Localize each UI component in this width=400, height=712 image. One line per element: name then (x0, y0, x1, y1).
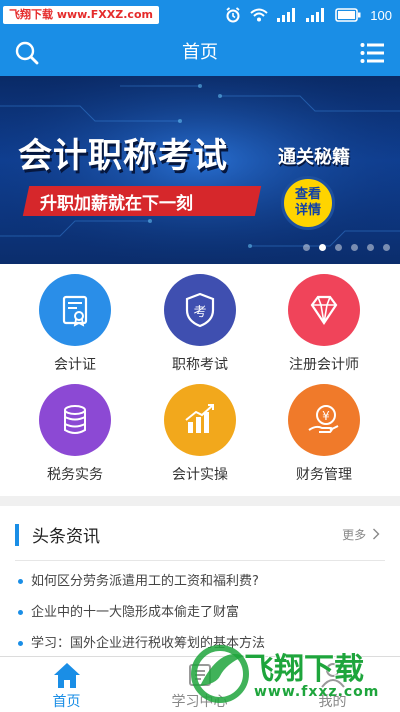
grid-item-label: 会计实操 (172, 467, 228, 483)
home-icon (53, 663, 80, 688)
grid-item-accounting-cert[interactable]: 会计证 (15, 274, 135, 378)
grid-item-label: 税务实务 (47, 467, 103, 483)
signal-icon-2 (306, 8, 325, 22)
app-screen: 飞翔下载 www.FXXZ.com 100 首页 会计职称考试 通关秘籍 升职加… (0, 0, 400, 712)
status-icons: 100 (225, 0, 392, 30)
alarm-icon (226, 7, 240, 23)
news-more-label: 更多 (342, 528, 367, 542)
grid-item-label: 注册会计师 (289, 357, 359, 373)
section-divider (0, 496, 400, 506)
watermark-badge: 飞翔下载 www.FXXZ.com (3, 6, 159, 24)
search-icon[interactable] (14, 40, 40, 66)
grid-item-accounting-practice[interactable]: 会计实操 (140, 384, 260, 488)
bullet-icon (18, 610, 23, 615)
carousel-dot[interactable] (367, 244, 374, 251)
banner-subtitle: 通关秘籍 (278, 147, 350, 168)
grid-item-financial-management[interactable]: ¥ 财务管理 (264, 384, 384, 488)
carousel-indicators (303, 244, 390, 251)
news-title: 头条资讯 (32, 527, 100, 547)
view-details-badge[interactable]: 查看 详情 (281, 176, 335, 230)
site-watermark: 飞翔下载 www.fxxz.com (186, 636, 400, 712)
wifi-icon (250, 8, 268, 22)
svg-text:考: 考 (193, 305, 206, 320)
app-header: 首页 (0, 30, 400, 76)
news-more-link[interactable]: 更多 (342, 526, 380, 543)
nav-home-label: 首页 (52, 694, 81, 710)
banner-slogan: 升职加薪就在下一刻 (40, 194, 193, 214)
watermark-brand: 飞翔下载 (244, 652, 364, 687)
svg-text:¥: ¥ (322, 409, 330, 423)
promo-banner[interactable]: 会计职称考试 通关秘籍 升职加薪就在下一刻 查看 详情 (0, 76, 400, 264)
news-separator (15, 560, 385, 561)
news-accent-bar (15, 524, 19, 546)
bullet-icon (18, 579, 23, 584)
carousel-dot[interactable] (303, 244, 310, 251)
news-item[interactable]: 如何区分劳务派遣用工的工资和福利费? (18, 570, 388, 589)
status-bar: 飞翔下载 www.FXXZ.com 100 (0, 0, 400, 30)
coins-icon (64, 405, 86, 434)
money-hand-icon: ¥ (308, 405, 339, 433)
grid-icon-circle: ¥ (288, 384, 360, 456)
grid-icon-circle (39, 274, 111, 346)
carousel-dot[interactable] (383, 244, 390, 251)
menu-icon[interactable] (360, 42, 384, 64)
banner-title: 会计职称考试 (18, 136, 228, 176)
battery-level: 100 (370, 7, 392, 23)
news-item-text: 如何区分劳务派遣用工的工资和福利费? (31, 574, 259, 589)
badge-line-1: 查看 (294, 187, 321, 202)
grid-icon-circle (164, 384, 236, 456)
grid-item-label: 职称考试 (172, 357, 228, 373)
grid-item-label: 财务管理 (296, 467, 352, 483)
carousel-dot[interactable] (335, 244, 342, 251)
grid-item-cpa[interactable]: 注册会计师 (264, 274, 384, 378)
watermark-url: www.fxxz.com (254, 684, 380, 700)
badge-line-2: 详情 (294, 203, 321, 218)
news-item-text: 企业中的十一大隐形成本偷走了财富 (31, 605, 240, 620)
carousel-dot[interactable] (351, 244, 358, 251)
page-title: 首页 (182, 42, 218, 63)
exam-shield-icon: 考 (185, 292, 215, 328)
news-item[interactable]: 企业中的十一大隐形成本偷走了财富 (18, 601, 388, 620)
chevron-right-icon (373, 528, 380, 540)
grid-item-title-exam[interactable]: 考职称考试 (140, 274, 260, 378)
diamond-icon (310, 295, 338, 325)
grid-icon-circle (39, 384, 111, 456)
signal-icon-1 (277, 8, 296, 22)
feature-grid: 会计证考职称考试 注册会计师 税务实务 会计实操 ¥ 财务管理 (0, 274, 400, 488)
grid-icon-circle: 考 (164, 274, 236, 346)
grid-item-label: 会计证 (54, 357, 96, 373)
nav-home[interactable]: 首页 (0, 657, 133, 712)
grid-item-tax-practice[interactable]: 税务实务 (15, 384, 135, 488)
news-header: 头条资讯 更多 (0, 516, 400, 561)
carousel-dot[interactable] (319, 244, 326, 251)
bullet-icon (18, 641, 23, 646)
certificate-icon (62, 295, 88, 327)
battery-icon (335, 8, 361, 22)
grid-icon-circle (288, 274, 360, 346)
bar-chart-icon (185, 404, 214, 433)
